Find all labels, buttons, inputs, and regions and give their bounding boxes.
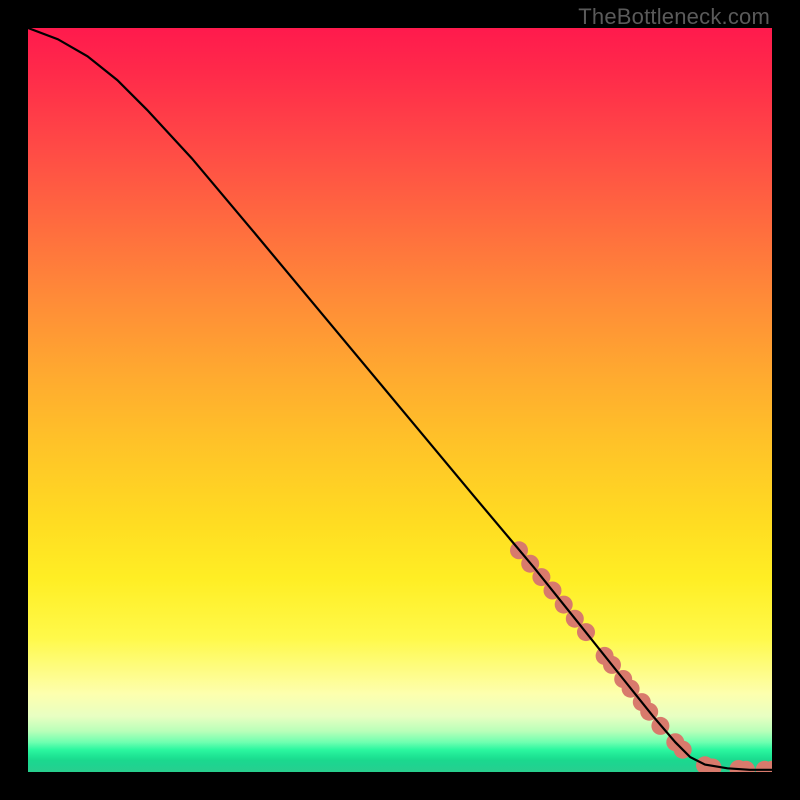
chart-plot-area	[28, 28, 772, 772]
scatter-dots	[510, 541, 772, 772]
chart-overlay-svg	[28, 28, 772, 772]
curve-line	[28, 28, 772, 770]
attribution-label: TheBottleneck.com	[578, 4, 770, 30]
